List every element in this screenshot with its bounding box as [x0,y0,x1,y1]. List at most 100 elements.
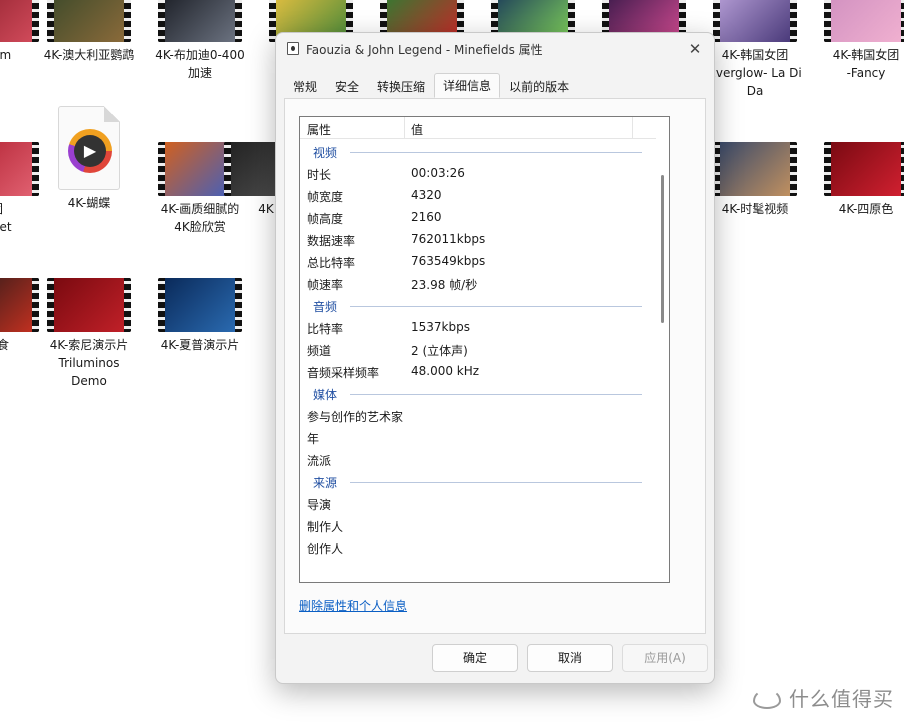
property-name: 数据速率 [307,234,356,248]
details-panel: 属性 值 视频时长 00:03:26 帧宽度 4320 帧高度 2160 数据速率 76201… [284,98,706,634]
property-value: 2 (立体声) [411,344,468,358]
apply-button[interactable]: 应用(A) [622,644,708,672]
tab-0[interactable]: 常规 [284,75,326,99]
column-header-value[interactable]: 值 [411,121,423,138]
desktop-video-file[interactable]: 4K-布加迪0-400 加速 [145,0,255,82]
video-thumbnail-icon [713,142,797,196]
group-divider [350,394,642,395]
file-name-label: 4K-澳大利亚鹦鹉 [43,48,135,62]
video-thumbnail-icon [158,278,242,332]
desktop-video-file[interactable]: 4K-澳大利亚鹦鹉 [34,0,144,64]
column-divider[interactable] [404,117,405,139]
group-title: 来源 [313,476,338,490]
scrollbar-thumb[interactable] [661,175,664,323]
property-name: 年 [307,432,320,446]
property-row[interactable]: 频道 2 (立体声) [300,338,656,360]
page-fold [104,106,120,122]
property-group-header: 媒体 [300,382,656,404]
tab-4[interactable]: 以前的版本 [500,75,578,99]
video-thumbnail-icon [158,0,242,42]
property-row[interactable]: 总比特率 763549kbps [300,250,656,272]
property-group-header: 视频 [300,140,656,162]
desktop-video-file[interactable]: 4K-韩国女团 -Fancy [811,0,904,82]
tab-3[interactable]: 详细信息 [434,73,501,98]
property-value: 00:03:26 [411,166,465,180]
property-row[interactable]: 时长 00:03:26 [300,162,656,184]
desktop-video-file[interactable]: 4K-时髦视频 [700,142,810,218]
column-header-name[interactable]: 属性 [307,121,331,138]
file-name-label: 4K-布加迪0-400 加速 [155,48,245,80]
tab-1[interactable]: 安全 [326,75,368,99]
group-divider [350,152,642,153]
property-row[interactable]: 创作人 [300,536,656,558]
watermark-text: 什么值得买 [789,686,894,711]
media-player-file-icon: ▶ [58,106,120,190]
property-row[interactable]: 帧速率 23.98 帧/秒 [300,272,656,294]
property-list[interactable]: 属性 值 视频时长 00:03:26 帧宽度 4320 帧高度 2160 数据速率 76201… [299,116,670,583]
property-group-header: 来源 [300,470,656,492]
property-name: 创作人 [307,542,344,556]
property-row[interactable]: 流派 [300,448,656,470]
property-name: 帧高度 [307,212,344,226]
property-rows: 视频时长 00:03:26 帧宽度 4320 帧高度 2160 数据速率 762011kbps… [300,140,656,558]
group-divider [350,306,642,307]
remove-properties-link[interactable]: 删除属性和个人信息 [299,597,407,614]
property-row[interactable]: 年 [300,426,656,448]
property-row[interactable]: 导演 [300,492,656,514]
property-value: 763549kbps [411,254,486,268]
desktop-video-file[interactable]: 4K-韩国女团 Everglow- La Di Da [700,0,810,100]
property-value: 2160 [411,210,442,224]
property-name: 频道 [307,344,332,358]
desktop-video-file[interactable]: 4K-四原色 [811,142,904,218]
video-thumbnail-icon [824,142,904,196]
title-bar[interactable]: Faouzia & John Legend - Minefields 属性 ✕ [276,33,714,65]
desktop-video-file[interactable]: 4K-夏普演示片 [145,278,255,354]
cancel-button[interactable]: 取消 [527,644,613,672]
vertical-scrollbar[interactable] [658,121,667,578]
group-divider [350,482,642,483]
column-divider[interactable] [632,117,633,139]
video-thumbnail-icon [824,0,904,42]
property-value: 762011kbps [411,232,486,246]
list-header: 属性 值 [300,117,656,139]
property-row[interactable]: 帧宽度 4320 [300,184,656,206]
tab-strip: 常规 安全 转换压缩 详细信息 以前的版本 [284,73,578,99]
tab-2[interactable]: 转换压缩 [368,75,434,99]
property-name: 帧速率 [307,278,344,292]
group-title: 音频 [313,300,338,314]
property-name: 导演 [307,498,332,512]
file-name-label: 4K-韩国女团 -Fancy [832,48,900,80]
file-properties-icon [287,42,299,55]
close-button[interactable]: ✕ [680,36,710,62]
file-name-label: 4K-蝴蝶 [67,196,111,210]
watermark: 什么值得买 [751,682,894,712]
property-name: 总比特率 [307,256,356,270]
property-name: 比特率 [307,322,344,336]
property-row[interactable]: 数据速率 762011kbps [300,228,656,250]
group-title: 视频 [313,146,338,160]
properties-dialog: Faouzia & John Legend - Minefields 属性 ✕ … [275,32,715,684]
property-group-header: 音频 [300,294,656,316]
property-row[interactable]: 制作人 [300,514,656,536]
property-name: 音频采样频率 [307,366,380,380]
property-row[interactable]: 帧高度 2160 [300,206,656,228]
property-value: 4320 [411,188,442,202]
video-thumbnail-icon [47,0,131,42]
video-thumbnail-icon [47,278,131,332]
file-name-label: 4K-四原色 [838,202,894,216]
file-name-label: 4K-索尼演示片 Triluminos Demo [49,338,129,388]
ok-button[interactable]: 确定 [432,644,518,672]
play-icon: ▶ [68,129,112,173]
desktop-video-file[interactable]: 4K-索尼演示片 Triluminos Demo [34,278,144,390]
video-thumbnail-icon [713,0,797,42]
property-row[interactable]: 比特率 1537kbps [300,316,656,338]
group-title: 媒体 [313,388,338,402]
property-name: 时长 [307,168,332,182]
property-name: 制作人 [307,520,344,534]
property-name: 帧宽度 [307,190,344,204]
property-row[interactable]: 音频采样频率 48.000 kHz [300,360,656,382]
property-row[interactable]: 参与创作的艺术家 [300,404,656,426]
file-name-label: 4K-时髦视频 [721,202,789,216]
desktop-video-file[interactable]: ▶ 4K-蝴蝶 [34,106,144,212]
dialog-title: Faouzia & John Legend - Minefields 属性 [306,43,543,57]
